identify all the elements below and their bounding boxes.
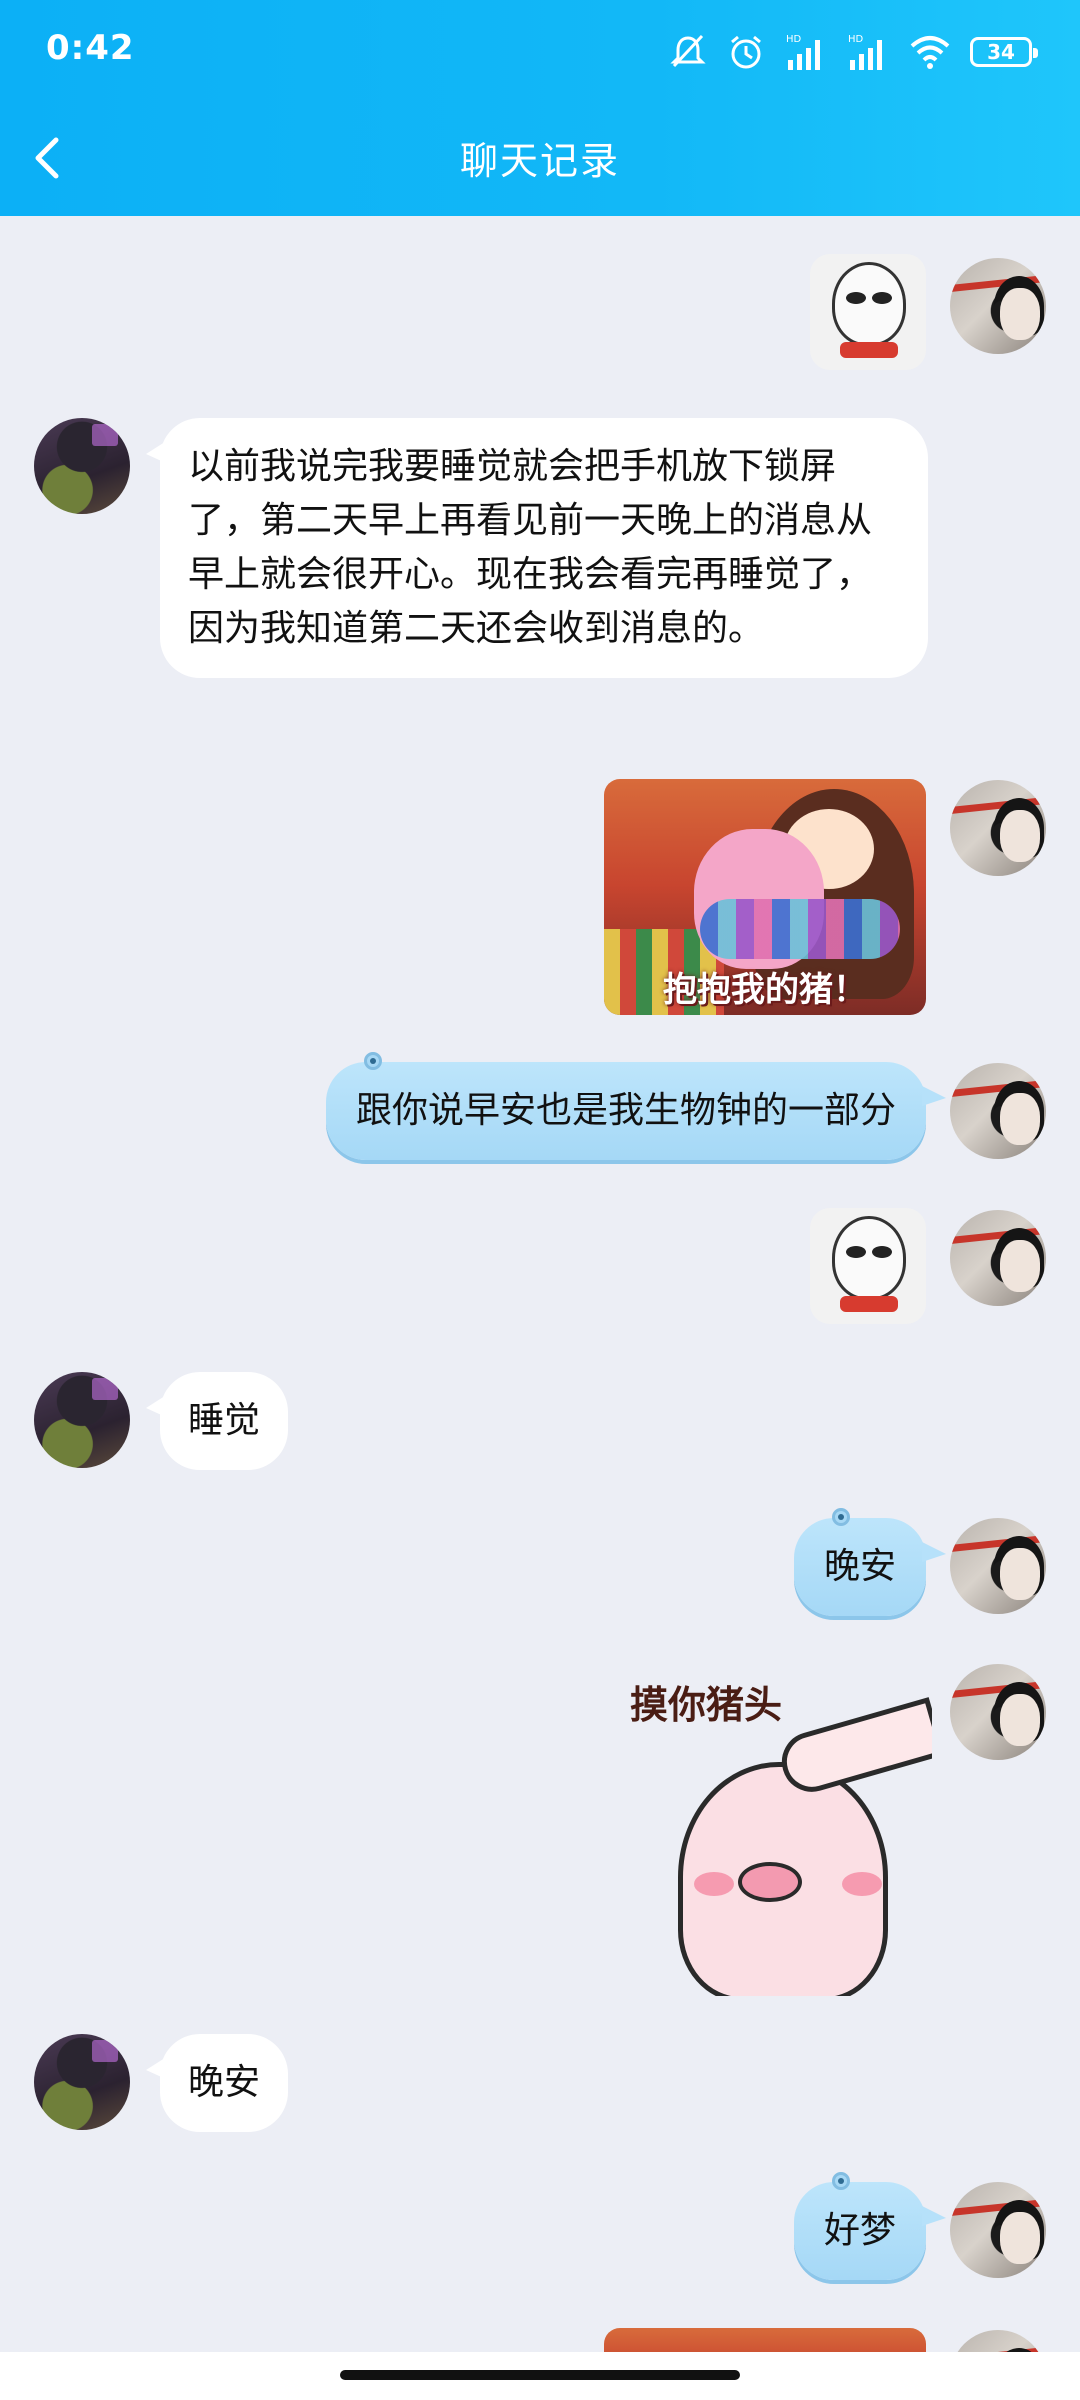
- my-avatar[interactable]: [950, 780, 1046, 876]
- message-bubble-received[interactable]: 晚安: [145, 2034, 289, 2132]
- alarm-icon: [731, 35, 761, 69]
- message-text: 睡觉: [188, 1400, 261, 1441]
- sticker-caption: 抱抱我的猪！: [663, 970, 867, 1010]
- message-bubble-received[interactable]: 睡觉: [145, 1372, 289, 1470]
- sticker-meme-face[interactable]: [810, 1208, 926, 1324]
- message-text: 晚安: [188, 2062, 261, 2103]
- hd-signal-icon: HD: [786, 34, 820, 70]
- status-bar: 0:42 HD HD 34: [0, 0, 1080, 100]
- wifi-icon: [910, 36, 950, 69]
- my-avatar[interactable]: [950, 1518, 1046, 1614]
- message-bubble-sent[interactable]: 好梦: [793, 2172, 947, 2280]
- svg-text:HD: HD: [848, 34, 864, 45]
- contact-avatar[interactable]: [34, 1372, 130, 1468]
- nav-bar: 聊天记录: [0, 110, 1080, 206]
- contact-avatar[interactable]: [34, 2034, 130, 2130]
- mute-icon: [670, 34, 706, 68]
- my-avatar[interactable]: [950, 1063, 1046, 1159]
- battery-level: 34: [987, 40, 1015, 64]
- my-avatar[interactable]: [950, 1210, 1046, 1306]
- battery-icon: 34: [970, 37, 1038, 67]
- hd-signal-icon: HD: [848, 34, 882, 70]
- sticker-caption: 摸你猪头: [630, 1683, 783, 1727]
- message-bubble-sent[interactable]: 晚安: [793, 1508, 947, 1616]
- message-bubble-received[interactable]: 以前我说完我要睡觉就会把手机放下锁屏了，第二天早上再看见前一天晚上的消息从早上就…: [146, 418, 928, 678]
- svg-text:HD: HD: [786, 34, 802, 45]
- my-avatar[interactable]: [950, 2182, 1046, 2278]
- message-text: 以前我说完我要睡觉就会把手机放下锁屏了，第二天早上再看见前一天晚上的消息从早上就…: [188, 446, 873, 649]
- page-title: 聊天记录: [459, 139, 620, 183]
- sticker-meme-face[interactable]: [810, 254, 926, 370]
- message-bubble-sent[interactable]: 跟你说早安也是我生物钟的一部分: [325, 1052, 947, 1160]
- header: 0:42 HD HD 34 聊天记录: [0, 0, 1080, 216]
- my-avatar[interactable]: [950, 1664, 1046, 1760]
- message-text: 晚安: [823, 1546, 896, 1587]
- sticker-hug-pig[interactable]: 抱抱我的猪！: [604, 779, 926, 1015]
- my-avatar[interactable]: [950, 258, 1046, 354]
- message-text: 跟你说早安也是我生物钟的一部分: [355, 1090, 896, 1131]
- status-time: 0:42: [46, 28, 135, 68]
- sticker-pat-pig[interactable]: 摸你猪头: [620, 1666, 932, 1996]
- chat-history-screen: 0:42 HD HD 34 聊天记录 以前我说完我要睡觉就会把手机放下锁屏了，第…: [0, 0, 1080, 2400]
- contact-avatar[interactable]: [34, 418, 130, 514]
- status-icons: HD HD 34: [668, 30, 1038, 74]
- home-indicator[interactable]: [340, 2370, 740, 2380]
- message-text: 好梦: [823, 2210, 896, 2251]
